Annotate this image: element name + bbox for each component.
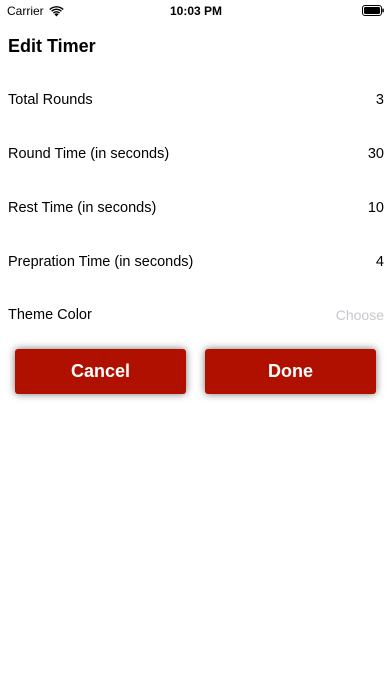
row-label: Theme Color xyxy=(8,307,92,323)
round-time-value[interactable]: 30 xyxy=(368,146,384,162)
battery-icon xyxy=(362,5,384,16)
done-button[interactable]: Done xyxy=(205,349,376,394)
row-label: Round Time (in seconds) xyxy=(8,146,170,162)
row-rest-time[interactable]: Rest Time (in seconds) 10 xyxy=(8,196,384,220)
rest-time-value[interactable]: 10 xyxy=(368,200,384,216)
row-label: Rest Time (in seconds) xyxy=(8,200,157,216)
row-preparation-time[interactable]: Prepration Time (in seconds) 4 xyxy=(8,250,384,274)
row-round-time[interactable]: Round Time (in seconds) 30 xyxy=(8,142,384,166)
row-theme-color[interactable]: Theme Color Choose xyxy=(8,303,384,327)
total-rounds-value[interactable]: 3 xyxy=(376,92,384,108)
theme-color-picker[interactable]: Choose xyxy=(336,307,384,323)
row-label: Prepration Time (in seconds) xyxy=(8,254,194,270)
page-title: Edit Timer xyxy=(8,36,96,56)
status-time: 10:03 PM xyxy=(169,4,223,18)
row-total-rounds[interactable]: Total Rounds 3 xyxy=(8,88,384,112)
cancel-button[interactable]: Cancel xyxy=(15,349,186,394)
status-bar: Carrier 10:03 PM xyxy=(0,0,392,22)
row-label: Total Rounds xyxy=(8,92,93,108)
preparation-time-value[interactable]: 4 xyxy=(376,254,384,270)
